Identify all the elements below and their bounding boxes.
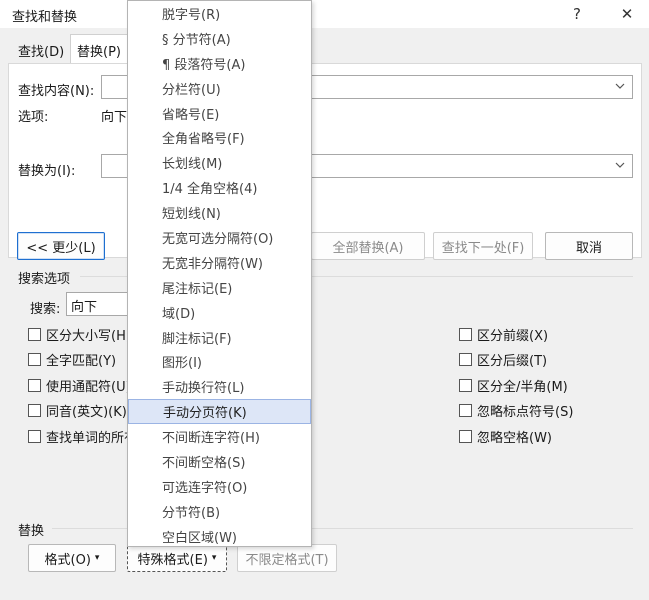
menu-item-caret[interactable]: 脱字号(R) bbox=[128, 1, 311, 26]
checkbox[interactable] bbox=[459, 327, 472, 341]
option-label: 忽略空格(W) bbox=[477, 430, 552, 446]
checkbox[interactable] bbox=[459, 404, 472, 417]
checkbox[interactable] bbox=[459, 429, 472, 443]
search-direction-select[interactable]: 向下 bbox=[66, 292, 128, 316]
menu-item-non-breaking-hyphen[interactable]: 不间断连字符(H) bbox=[128, 424, 311, 449]
search-direction-label: 搜索: bbox=[30, 302, 61, 317]
option-full-half-width[interactable]: 区分全/半角(M) bbox=[459, 375, 573, 395]
menu-item-column-break[interactable]: 分栏符(U) bbox=[128, 76, 311, 101]
option-match-prefix[interactable]: 区分前缀(X) bbox=[459, 324, 573, 344]
find-replace-dialog: 查找和替换 ? ✕ 查找(D) 替换(P) 查找内容(N): 选项: 向下 替换… bbox=[0, 0, 649, 600]
menu-item-paragraph-character[interactable]: ¶ 段落符号(A) bbox=[128, 51, 311, 76]
tab-replace[interactable]: 替换(P) bbox=[70, 34, 128, 65]
menu-item-non-breaking-space[interactable]: 不间断空格(S) bbox=[128, 449, 311, 474]
cancel-button[interactable]: 取消 bbox=[545, 232, 633, 260]
menu-item-optional-hyphen[interactable]: 可选连字符(O) bbox=[128, 474, 311, 499]
replace-with-label: 替换为(I): bbox=[18, 164, 76, 179]
right-options: 区分前缀(X) 区分后缀(T) 区分全/半角(M) 忽略标点符号(S) 忽略空格… bbox=[459, 324, 573, 446]
checkbox[interactable] bbox=[28, 353, 41, 366]
checkbox[interactable] bbox=[28, 404, 41, 417]
help-button[interactable]: ? bbox=[562, 2, 592, 26]
format-button[interactable]: 格式(O) ▾ bbox=[28, 544, 116, 572]
option-label: 区分大小写(H) bbox=[46, 328, 131, 344]
options-label: 选项: bbox=[18, 110, 49, 125]
menu-item-ellipsis[interactable]: 省略号(E) bbox=[128, 101, 311, 126]
menu-item-zero-width-non-break[interactable]: 无宽非分隔符(W) bbox=[128, 250, 311, 275]
menu-item-graphic[interactable]: 图形(I) bbox=[128, 349, 311, 374]
special-characters-menu: 脱字号(R) § 分节符(A) ¶ 段落符号(A) 分栏符(U) 省略号(E) … bbox=[127, 0, 312, 547]
tab-find[interactable]: 查找(D) bbox=[12, 38, 70, 62]
menu-item-manual-line-break[interactable]: 手动换行符(L) bbox=[128, 374, 311, 399]
window-title: 查找和替换 bbox=[12, 10, 78, 25]
option-label: 使用通配符(U) bbox=[46, 379, 131, 395]
caret-down-icon: ▾ bbox=[94, 553, 100, 563]
option-label: 同音(英文)(K) bbox=[46, 405, 127, 420]
options-value: 向下 bbox=[101, 110, 128, 125]
menu-item-section-character[interactable]: § 分节符(A) bbox=[128, 26, 311, 51]
find-what-label: 查找内容(N): bbox=[18, 84, 95, 99]
search-options-title: 搜索选项 bbox=[18, 272, 71, 287]
replace-section-title: 替换 bbox=[18, 524, 45, 539]
menu-item-footnote-mark[interactable]: 脚注标记(F) bbox=[128, 325, 311, 350]
menu-item-endnote-mark[interactable]: 尾注标记(E) bbox=[128, 275, 311, 300]
option-label: 忽略标点符号(S) bbox=[477, 405, 574, 420]
special-format-label: 特殊格式(E) bbox=[137, 552, 208, 568]
menu-item-zero-width-optional-break[interactable]: 无宽可选分隔符(O) bbox=[128, 225, 311, 250]
replace-all-button[interactable]: 全部替换(A) bbox=[311, 232, 425, 260]
option-ignore-spaces[interactable]: 忽略空格(W) bbox=[459, 426, 573, 446]
menu-item-em-dash[interactable]: 长划线(M) bbox=[128, 150, 311, 175]
checkbox[interactable] bbox=[28, 378, 41, 392]
option-label: 区分全/半角(M) bbox=[477, 379, 568, 395]
close-button[interactable]: ✕ bbox=[612, 2, 642, 26]
menu-item-manual-page-break[interactable]: 手动分页符(K) bbox=[128, 399, 311, 425]
menu-item-white-space[interactable]: 空白区域(W) bbox=[128, 524, 311, 549]
less-button[interactable]: << 更少(L) bbox=[17, 232, 105, 260]
caret-down-icon: ▾ bbox=[211, 553, 217, 563]
chevron-down-icon[interactable] bbox=[614, 159, 626, 171]
option-match-suffix[interactable]: 区分后缀(T) bbox=[459, 350, 573, 370]
format-label: 格式(O) bbox=[44, 552, 91, 568]
checkbox[interactable] bbox=[459, 353, 472, 366]
chevron-down-icon[interactable] bbox=[614, 80, 626, 92]
menu-item-quarter-em-space[interactable]: 1/4 全角空格(4) bbox=[128, 175, 311, 200]
menu-item-en-dash[interactable]: 短划线(N) bbox=[128, 200, 311, 225]
menu-item-section-break[interactable]: 分节符(B) bbox=[128, 499, 311, 524]
find-next-button[interactable]: 查找下一处(F) bbox=[433, 232, 533, 260]
option-label: 全字匹配(Y) bbox=[46, 354, 117, 369]
option-label: 区分前缀(X) bbox=[477, 328, 549, 344]
menu-item-full-width-ellipsis[interactable]: 全角省略号(F) bbox=[128, 125, 311, 150]
checkbox[interactable] bbox=[28, 429, 41, 443]
option-ignore-punctuation[interactable]: 忽略标点符号(S) bbox=[459, 401, 573, 421]
checkbox[interactable] bbox=[28, 327, 41, 341]
option-label: 区分后缀(T) bbox=[477, 354, 548, 369]
menu-item-field[interactable]: 域(D) bbox=[128, 300, 311, 325]
checkbox[interactable] bbox=[459, 378, 472, 392]
title-bar bbox=[0, 0, 649, 28]
